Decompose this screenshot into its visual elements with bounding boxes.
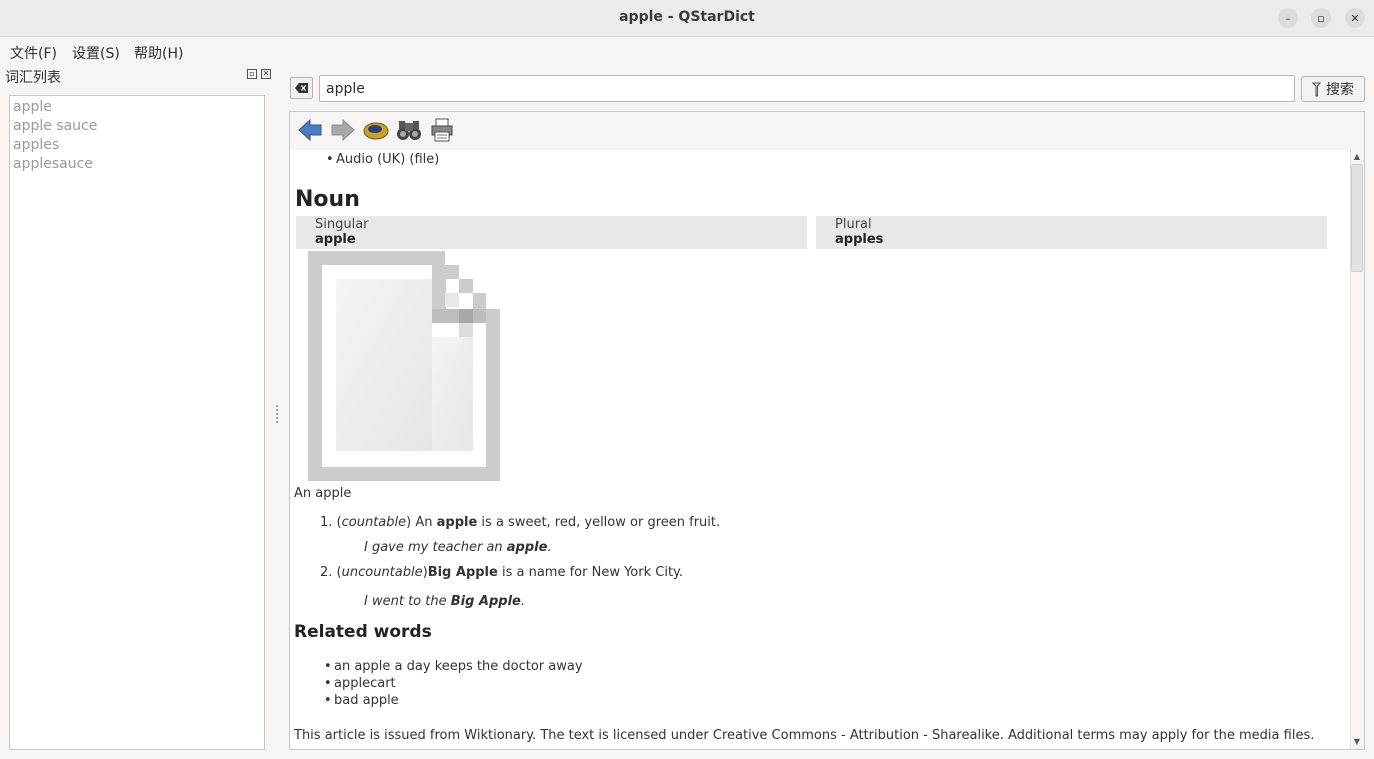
search-icon xyxy=(1312,81,1322,97)
clear-text-icon xyxy=(294,83,308,93)
def-bold: apple xyxy=(436,515,478,530)
maximize-button[interactable]: ▫ xyxy=(1311,8,1331,28)
def-text: is a sweet, red, yellow or green fruit. xyxy=(477,515,721,530)
scroll-up-icon[interactable]: ▲ xyxy=(1351,151,1363,163)
related-item[interactable]: bad apple xyxy=(324,693,399,708)
menu-file[interactable]: 文件(F) xyxy=(10,43,57,63)
singular-label: Singular xyxy=(315,217,369,232)
list-item[interactable]: apple xyxy=(13,98,261,117)
back-arrow-icon xyxy=(298,119,322,141)
def-bold: Big Apple xyxy=(427,565,498,580)
wordlist-title: 词汇列表 xyxy=(5,70,61,86)
example-text: I went to the xyxy=(364,594,451,609)
def-tag: countable xyxy=(341,515,407,530)
scrollbar-thumb[interactable] xyxy=(1351,164,1363,272)
binoculars-icon xyxy=(397,121,421,140)
search-input[interactable] xyxy=(319,75,1295,102)
menu-help[interactable]: 帮助(H) xyxy=(134,43,183,63)
article-view[interactable]: Audio (UK) (file) Noun Singular apple Pl… xyxy=(290,150,1350,749)
heading-related-words: Related words xyxy=(294,622,432,642)
plural-word: apples xyxy=(835,232,884,247)
back-button[interactable] xyxy=(297,117,323,143)
plural-cell: Plural apples xyxy=(816,216,1327,249)
close-button[interactable]: ✕ xyxy=(1345,8,1365,28)
def-number: 2. xyxy=(320,565,333,580)
dock-close-button[interactable]: ✕ xyxy=(261,69,271,79)
image-caption: An apple xyxy=(294,486,352,501)
printer-icon xyxy=(431,118,453,142)
heading-noun: Noun xyxy=(295,187,360,212)
example-2: I went to the Big Apple. xyxy=(364,594,525,609)
window-title: apple - QStarDict xyxy=(619,9,755,25)
example-text: I gave my teacher an xyxy=(364,540,507,555)
close-icon: ✕ xyxy=(262,69,270,78)
related-item[interactable]: applecart xyxy=(324,676,396,691)
audio-item[interactable]: Audio (UK) (file) xyxy=(326,152,439,167)
list-item[interactable]: apple sauce xyxy=(13,117,261,136)
search-button[interactable]: 搜索 xyxy=(1301,76,1365,102)
title-bar: apple - QStarDict – ▫ ✕ xyxy=(0,0,1374,37)
def-text: An xyxy=(411,515,437,530)
splitter-handle[interactable] xyxy=(276,405,278,423)
singular-cell: Singular apple xyxy=(296,216,807,249)
example-text: . xyxy=(547,540,552,555)
def-number: 1. xyxy=(320,515,333,530)
speaker-icon xyxy=(363,122,389,140)
singular-word: apple xyxy=(315,232,356,247)
close-icon: ✕ xyxy=(1350,11,1360,25)
example-bold: apple xyxy=(506,540,548,555)
list-item[interactable]: applesauce xyxy=(13,155,261,174)
menu-settings[interactable]: 设置(S) xyxy=(72,43,120,63)
pronounce-button[interactable] xyxy=(363,117,389,143)
maximize-icon: ▫ xyxy=(1317,11,1325,25)
word-list[interactable]: apple apple sauce apples applesauce xyxy=(9,95,265,750)
forward-button[interactable] xyxy=(330,117,356,143)
def-text: is a name for New York City. xyxy=(497,565,684,580)
search-button-label: 搜索 xyxy=(1326,82,1354,98)
scroll-down-icon[interactable]: ▼ xyxy=(1351,736,1363,748)
print-button[interactable] xyxy=(429,117,455,143)
broken-image-icon xyxy=(308,251,500,481)
related-item[interactable]: an apple a day keeps the doctor away xyxy=(324,659,583,674)
minimize-icon: – xyxy=(1285,11,1291,25)
dock-float-button[interactable]: ▫ xyxy=(247,69,257,79)
scan-button[interactable] xyxy=(396,117,422,143)
forward-arrow-icon xyxy=(331,119,355,141)
example-1: I gave my teacher an apple. xyxy=(364,540,552,555)
minimize-button[interactable]: – xyxy=(1278,8,1298,28)
example-text: . xyxy=(520,594,526,609)
license-note: This article is issued from Wiktionary. … xyxy=(294,728,1315,743)
plural-label: Plural xyxy=(835,217,872,232)
float-icon: ▫ xyxy=(249,69,255,78)
menu-bar: 文件(F) 设置(S) 帮助(H) xyxy=(0,38,1374,65)
list-item[interactable]: apples xyxy=(13,136,261,155)
def-tag: uncountable xyxy=(341,565,423,580)
clear-search-button[interactable] xyxy=(290,77,313,99)
definition-2: 2. (uncountable)Big Apple is a name for … xyxy=(320,565,684,580)
example-bold: Big Apple xyxy=(450,594,521,609)
definition-1: 1. (countable) An apple is a sweet, red,… xyxy=(320,515,721,530)
